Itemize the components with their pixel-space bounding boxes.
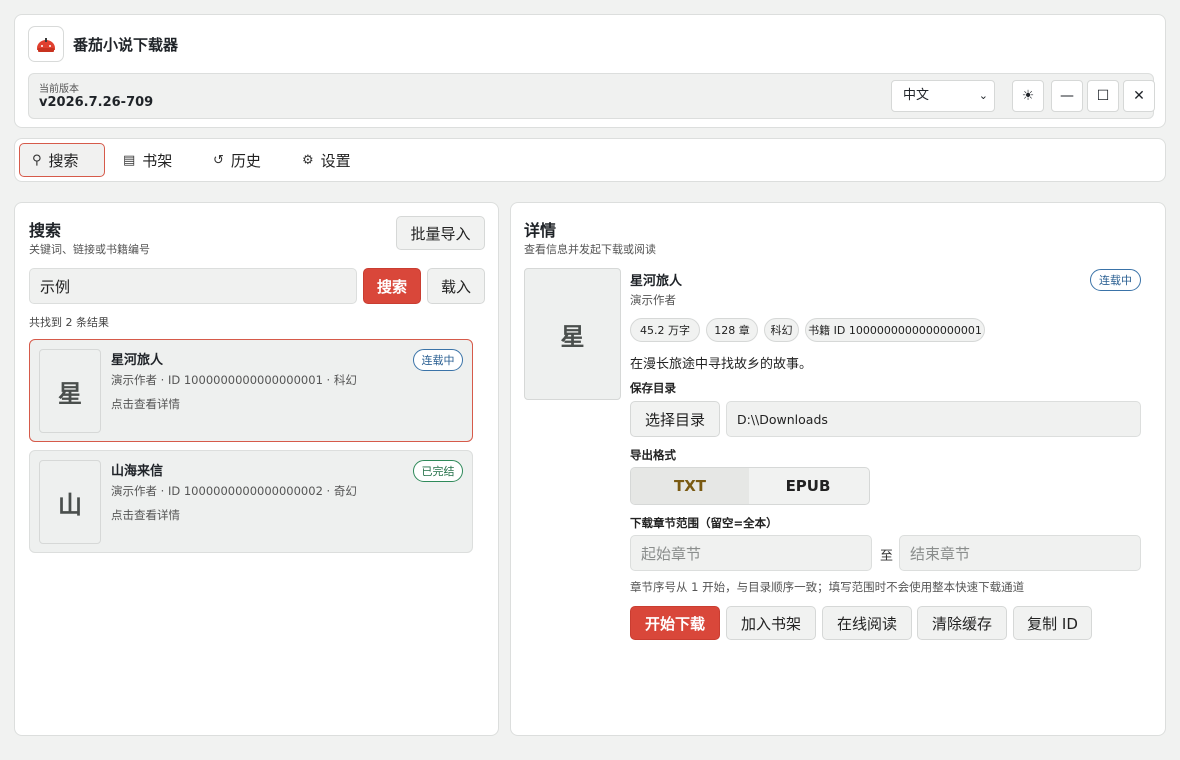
detail-title: 详情 [524,221,557,240]
chapter-count-chip: 128 章 [706,318,758,342]
copy-id-button[interactable]: 复制 ID [1013,606,1092,640]
tab-history[interactable]: ↺ 历史 [213,143,283,177]
search-input[interactable]: 示例 [29,268,357,304]
version-value: v2026.7.26-709 [39,95,154,110]
bookshelf-icon: ▤ [123,152,136,168]
close-button[interactable]: ✕ [1123,80,1155,112]
book-title: 星河旅人 [630,274,683,289]
choose-dir-button[interactable]: 选择目录 [630,401,720,437]
search-panel: 搜索 关键词、链接或书籍编号 批量导入 示例 搜索 载入 共找到 2 条结果 星… [14,202,499,736]
tab-label: 搜索 [48,151,79,170]
tomato-icon [37,38,55,52]
result-title: 山海来信 [111,464,164,479]
book-author: 演示作者 [630,293,676,307]
status-badge: 连载中 [1090,269,1141,291]
chevron-down-icon: ⌄ [978,89,988,102]
history-icon: ↺ [213,152,224,168]
version-bar: 当前版本 v2026.7.26-709 中文 ⌄ ☀ — ☐ ✕ [28,73,1155,119]
search-icon: ⚲ [32,152,42,168]
tab-search[interactable]: ⚲ 搜索 [19,143,105,177]
tab-bookshelf[interactable]: ▤ 书架 [123,143,193,177]
app-logo [28,26,64,62]
result-count: 共找到 2 条结果 [29,316,109,329]
clear-cache-button[interactable]: 清除缓存 [917,606,1007,640]
language-value: 中文 [903,88,930,103]
range-label: 下载章节范围（留空=全本） [630,516,778,530]
book-cover: 山 [39,460,101,544]
book-id-chip: 书籍 ID 1000000000000000001 [805,318,985,342]
add-to-shelf-button[interactable]: 加入书架 [726,606,816,640]
search-subtitle: 关键词、链接或书籍编号 [29,243,150,256]
range-separator: 至 [880,549,894,564]
genre-chip: 科幻 [764,318,799,342]
result-title: 星河旅人 [111,353,164,368]
book-cover: 星 [524,268,621,400]
status-badge: 连载中 [413,349,463,371]
save-dir-label: 保存目录 [630,381,676,395]
language-select[interactable]: 中文 ⌄ [891,80,995,112]
result-hint: 点击查看详情 [111,508,180,522]
read-online-button[interactable]: 在线阅读 [822,606,912,640]
batch-import-button[interactable]: 批量导入 [396,216,485,250]
result-meta: 演示作者 · ID 1000000000000000002 · 奇幻 [111,484,357,498]
maximize-button[interactable]: ☐ [1087,80,1119,112]
start-chapter-input[interactable]: 起始章节 [630,535,872,571]
detail-subtitle: 查看信息并发起下载或阅读 [524,243,656,256]
maximize-icon: ☐ [1096,88,1110,104]
tab-label: 历史 [230,151,261,170]
minimize-button[interactable]: — [1051,80,1083,112]
tab-label: 设置 [320,151,351,170]
version-label: 当前版本 [39,84,79,95]
result-item[interactable]: 星 星河旅人 演示作者 · ID 1000000000000000001 · 科… [29,339,473,442]
end-chapter-input[interactable]: 结束章节 [899,535,1141,571]
format-option-txt[interactable]: TXT [631,468,749,504]
close-icon: ✕ [1133,88,1145,104]
tab-label: 书架 [142,151,173,170]
status-badge: 已完结 [413,460,463,482]
app-header: 番茄小说下载器 当前版本 v2026.7.26-709 中文 ⌄ ☀ — ☐ ✕ [14,14,1166,128]
format-option-epub[interactable]: EPUB [749,468,867,504]
word-count-chip: 45.2 万字 [630,318,700,342]
app-title: 番茄小说下载器 [73,36,179,54]
search-title: 搜索 [29,221,62,240]
result-meta: 演示作者 · ID 1000000000000000001 · 科幻 [111,373,357,387]
tab-settings[interactable]: ⚙ 设置 [302,143,372,177]
search-button[interactable]: 搜索 [363,268,421,304]
theme-toggle-button[interactable]: ☀ [1012,80,1044,112]
load-button[interactable]: 载入 [427,268,485,304]
sun-icon: ☀ [1021,88,1035,104]
format-selector: TXT EPUB [630,467,870,505]
result-item[interactable]: 山 山海来信 演示作者 · ID 1000000000000000002 · 奇… [29,450,473,553]
range-hint: 章节序号从 1 开始，与目录顺序一致；填写范围时不会使用整本快速下载通道 [630,580,1025,594]
book-description: 在漫长旅途中寻找故乡的故事。 [630,357,813,372]
main-nav: ⚲ 搜索 ▤ 书架 ↺ 历史 ⚙ 设置 [14,138,1166,182]
format-label: 导出格式 [630,448,676,462]
start-download-button[interactable]: 开始下载 [630,606,720,640]
detail-panel: 详情 查看信息并发起下载或阅读 星 星河旅人 演示作者 连载中 45.2 万字 … [510,202,1166,736]
minimize-icon: — [1060,88,1074,104]
save-dir-field[interactable]: D:\\Downloads [726,401,1141,437]
gear-icon: ⚙ [302,152,314,168]
book-cover: 星 [39,349,101,433]
result-hint: 点击查看详情 [111,397,180,411]
